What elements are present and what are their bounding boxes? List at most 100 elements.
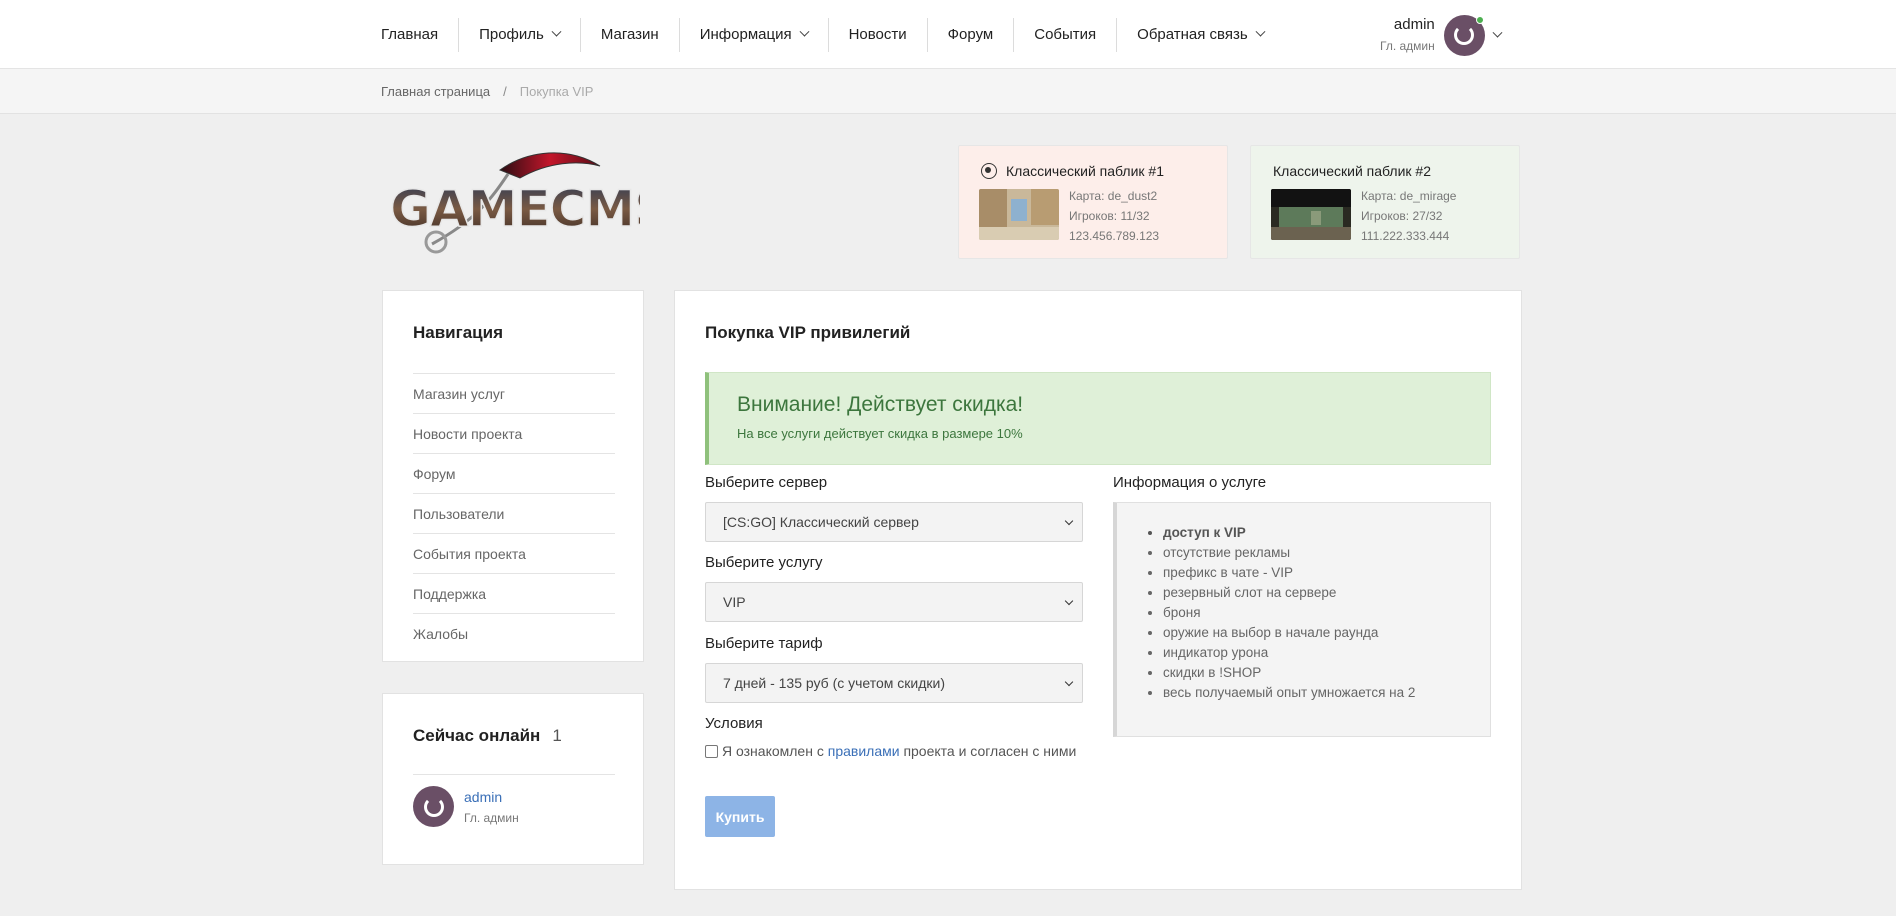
steam-icon <box>981 163 997 179</box>
list-item: весь получаемый опыт умножается на 2 <box>1163 683 1415 703</box>
chevron-down-icon <box>799 26 810 37</box>
nav-label: Главная <box>381 26 439 43</box>
user-role: Гл. админ <box>1380 38 1435 53</box>
nav-item-forum[interactable]: Форум <box>926 17 1014 52</box>
online-title: Сейчас онлайн 1 <box>413 726 562 746</box>
nav-item-events[interactable]: События <box>1013 17 1116 52</box>
nav-label: Магазин <box>600 26 659 43</box>
nav-item-profile[interactable]: Профиль <box>458 17 580 52</box>
list-item: префикс в чате - VIP <box>1163 563 1415 583</box>
server-info: Карта: de_dust2 Игроков: 11/32 123.456.7… <box>1069 186 1159 246</box>
top-navbar: Главная Профиль Магазин Информация Новос… <box>0 0 1896 69</box>
server-info: Карта: de_mirage Игроков: 27/32 111.222.… <box>1361 186 1456 246</box>
online-panel: Сейчас онлайн 1 admin Гл. админ <box>382 693 644 865</box>
sidebar-item-events[interactable]: События проекта <box>413 533 615 573</box>
sidebar-item-shop[interactable]: Магазин услуг <box>413 373 615 413</box>
list-item: скидки в !SHOP <box>1163 663 1415 683</box>
server-title: Классический паблик #2 <box>1273 163 1431 179</box>
server-name: Классический паблик #1 <box>1006 163 1164 179</box>
sidebar-item-support[interactable]: Поддержка <box>413 573 615 613</box>
sidebar-item-news[interactable]: Новости проекта <box>413 413 615 453</box>
tariff-select-value: 7 дней - 135 руб (с учетом скидки) <box>723 675 946 691</box>
tariff-select-label: Выберите тариф <box>705 635 823 652</box>
breadcrumb-separator: / <box>503 84 507 99</box>
nav-item-info[interactable]: Информация <box>678 17 828 52</box>
service-info-label: Информация о услуге <box>1113 474 1267 491</box>
online-user: admin Гл. админ <box>413 786 519 827</box>
chevron-down-icon <box>1064 596 1074 606</box>
server-select-label: Выберите сервер <box>705 474 828 491</box>
online-user-info: admin Гл. админ <box>464 789 519 825</box>
agree-suffix: проекта и согласен с ними <box>903 743 1077 759</box>
nav-item-feedback[interactable]: Обратная связь <box>1116 17 1284 52</box>
avatar[interactable] <box>1443 14 1485 56</box>
rules-link[interactable]: правилами <box>828 743 900 759</box>
chevron-down-icon <box>1064 516 1074 526</box>
user-menu[interactable]: admin Гл. админ <box>1380 13 1503 57</box>
buy-button[interactable]: Купить <box>705 796 775 837</box>
service-select-value: VIP <box>723 594 746 610</box>
service-select[interactable]: VIP <box>705 582 1083 622</box>
server-ip: 111.222.333.444 <box>1361 229 1450 243</box>
list-item: отсутствие рекламы <box>1163 543 1415 563</box>
breadcrumb-bar: Главная страница / Покупка VIP <box>0 69 1896 114</box>
nav-item-news[interactable]: Новости <box>827 17 927 52</box>
online-user-role: Гл. админ <box>464 810 519 825</box>
server-select[interactable]: [CS:GO] Классический сервер <box>705 502 1083 542</box>
service-select-label: Выберите услугу <box>705 554 823 571</box>
online-title-text: Сейчас онлайн <box>413 726 541 745</box>
user-name: admin <box>1393 15 1435 33</box>
nav-label: Профиль <box>479 26 544 43</box>
list-item: индикатор урона <box>1163 643 1415 663</box>
list-item: резервный слот на сервере <box>1163 583 1415 603</box>
page-title: Покупка VIP привилегий <box>705 323 911 342</box>
sidebar-item-complaints[interactable]: Жалобы <box>413 613 615 653</box>
service-info-box: доступ к VIP отсутствие рекламы префикс … <box>1113 502 1491 737</box>
gamecms-avatar-icon <box>1454 25 1475 45</box>
online-user-name-link[interactable]: admin <box>464 789 519 805</box>
avatar[interactable] <box>413 786 454 827</box>
nav-label: Обратная связь <box>1137 26 1248 43</box>
list-item: броня <box>1163 603 1415 623</box>
sidebar-list: Магазин услуг Новости проекта Форум Поль… <box>413 373 615 653</box>
nav-item-home[interactable]: Главная <box>381 18 458 52</box>
list-item: доступ к VIP <box>1163 523 1415 543</box>
sidebar-title: Навигация <box>413 323 503 342</box>
server-players: Игроков: 11/32 <box>1069 209 1150 223</box>
gamecms-avatar-icon <box>423 796 444 817</box>
server-map: Карта: de_dust2 <box>1069 189 1158 203</box>
breadcrumb: Главная страница / Покупка VIP <box>381 69 593 114</box>
agree-checkbox[interactable] <box>705 745 718 758</box>
breadcrumb-home-link[interactable]: Главная страница <box>381 84 490 99</box>
tariff-select[interactable]: 7 дней - 135 руб (с учетом скидки) <box>705 663 1083 703</box>
server-name: Классический паблик #2 <box>1273 163 1431 179</box>
agree-prefix: Я ознакомлен с <box>722 743 824 759</box>
discount-alert: Внимание! Действует скидка! На все услуг… <box>705 372 1491 465</box>
agree-terms: Я ознакомлен с правилами проекта и согла… <box>705 741 1083 761</box>
sidebar-item-users[interactable]: Пользователи <box>413 493 615 533</box>
sidebar-item-forum[interactable]: Форум <box>413 453 615 493</box>
purchase-panel: Покупка VIP привилегий Внимание! Действу… <box>674 290 1522 890</box>
divider <box>413 774 615 775</box>
online-count: 1 <box>552 726 562 745</box>
breadcrumb-current: Покупка VIP <box>519 84 594 99</box>
nav-label: Информация <box>699 26 792 43</box>
main-nav: Главная Профиль Магазин Информация Новос… <box>381 0 1284 69</box>
nav-item-shop[interactable]: Магазин <box>579 17 679 52</box>
server-title: Классический паблик #1 <box>981 163 1164 179</box>
sidebar-navigation: Навигация Магазин услуг Новости проекта … <box>382 290 644 662</box>
server-card[interactable]: Классический паблик #2 Карта: de_mirage … <box>1250 145 1520 259</box>
chevron-down-icon[interactable] <box>1492 27 1503 38</box>
server-card[interactable]: Классический паблик #1 Карта: de_dust2 И… <box>958 145 1228 259</box>
chevron-down-icon <box>1255 26 1266 37</box>
map-thumbnail <box>1271 189 1351 240</box>
site-logo[interactable]: GAMECMS <box>388 148 640 258</box>
server-ip: 123.456.789.123 <box>1069 229 1160 243</box>
online-status-dot <box>1475 15 1484 24</box>
nav-label: Форум <box>947 26 994 43</box>
server-players: Игроков: 27/32 <box>1361 209 1443 223</box>
logo-text: GAMECMS <box>390 180 640 238</box>
agree-text: Я ознакомлен с правилами проекта и согла… <box>722 741 1076 761</box>
nav-label: События <box>1034 26 1097 43</box>
chevron-down-icon <box>551 26 562 37</box>
